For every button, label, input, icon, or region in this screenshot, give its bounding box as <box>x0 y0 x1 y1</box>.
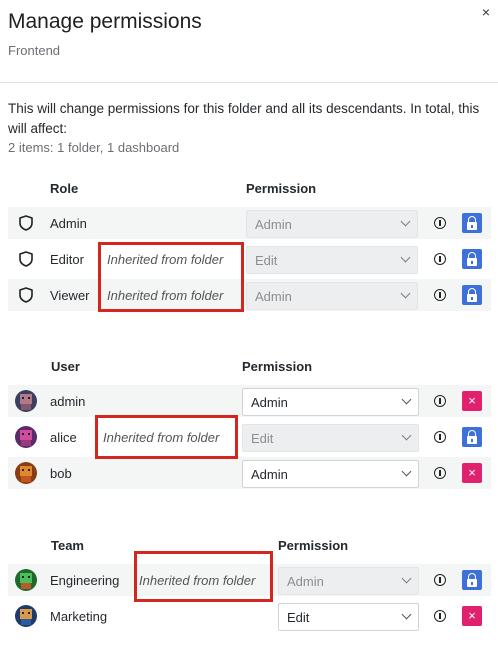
highlight-box <box>134 551 273 602</box>
user-name: bob <box>50 466 72 481</box>
lock-icon <box>462 570 482 590</box>
role-name: Viewer <box>50 288 90 303</box>
role-admin-permission-select: Admin <box>246 210 418 238</box>
avatar <box>15 605 37 627</box>
user-name: alice <box>50 430 77 445</box>
highlight-box <box>95 415 238 459</box>
avatar <box>15 426 37 448</box>
team-name: Marketing <box>50 609 108 624</box>
remove-icon[interactable]: × <box>462 463 482 483</box>
chevron-down-icon <box>401 430 412 441</box>
remove-icon[interactable]: × <box>462 606 482 626</box>
chevron-down-icon <box>401 573 412 584</box>
info-icon[interactable] <box>434 395 446 407</box>
shield-icon <box>19 251 33 267</box>
lock-icon <box>462 249 482 269</box>
dialog-title: Manage permissions <box>8 10 202 33</box>
user-permission-column-header: Permission <box>242 359 313 374</box>
user-admin-permission-select[interactable]: Admin <box>242 388 419 416</box>
info-icon[interactable] <box>434 610 446 622</box>
user-alice-permission-select: Edit <box>242 424 419 452</box>
shield-icon <box>19 287 33 303</box>
info-icon[interactable] <box>434 467 446 479</box>
user-row-alice: alice Inherited from folder Edit <box>8 421 491 453</box>
info-icon[interactable] <box>434 289 446 301</box>
chevron-down-icon <box>400 288 411 299</box>
team-column-header: Team <box>51 538 84 553</box>
close-icon[interactable]: × <box>479 5 493 19</box>
role-viewer-permission-select: Admin <box>246 282 418 310</box>
shield-icon <box>19 215 33 231</box>
avatar <box>15 462 37 484</box>
role-editor-permission-select: Edit <box>246 246 418 274</box>
info-icon[interactable] <box>434 431 446 443</box>
user-row-admin: admin Admin × <box>8 385 491 417</box>
team-engineering-permission-select: Admin <box>278 567 419 595</box>
info-icon[interactable] <box>434 253 446 265</box>
user-name: admin <box>50 394 86 409</box>
lock-icon <box>462 213 482 233</box>
user-bob-permission-select[interactable]: Admin <box>242 460 419 488</box>
role-column-header: Role <box>50 181 79 196</box>
remove-icon[interactable]: × <box>462 391 482 411</box>
role-permission-column-header: Permission <box>246 181 317 196</box>
highlight-box <box>98 242 244 312</box>
team-name: Engineering <box>50 573 120 588</box>
role-name: Editor <box>50 252 84 267</box>
chevron-down-icon <box>401 609 412 620</box>
header-divider <box>0 82 498 83</box>
team-marketing-permission-select[interactable]: Edit <box>278 603 419 631</box>
team-permission-column-header: Permission <box>278 538 349 553</box>
info-icon[interactable] <box>434 217 446 229</box>
avatar <box>15 390 37 412</box>
team-row-marketing: Marketing Edit × <box>8 600 491 632</box>
info-icon[interactable] <box>434 574 446 586</box>
role-row-editor: Editor Inherited from folder Edit <box>8 243 491 275</box>
dialog-subtitle: Frontend <box>8 43 61 58</box>
chevron-down-icon <box>401 394 412 405</box>
affect-count: 2 items: 1 folder, 1 dashboard <box>8 140 180 155</box>
role-row-viewer: Viewer Inherited from folder Admin <box>8 279 491 311</box>
lock-icon <box>462 427 482 447</box>
chevron-down-icon <box>400 216 411 227</box>
chevron-down-icon <box>401 466 412 477</box>
avatar <box>15 569 37 591</box>
role-name: Admin <box>50 216 87 231</box>
user-row-bob: bob Admin × <box>8 457 491 489</box>
chevron-down-icon <box>400 252 411 263</box>
lock-icon <box>462 285 482 305</box>
affect-description: This will change permissions for this fo… <box>8 101 480 136</box>
role-row-admin: Admin Admin <box>8 207 491 239</box>
user-column-header: User <box>51 359 80 374</box>
